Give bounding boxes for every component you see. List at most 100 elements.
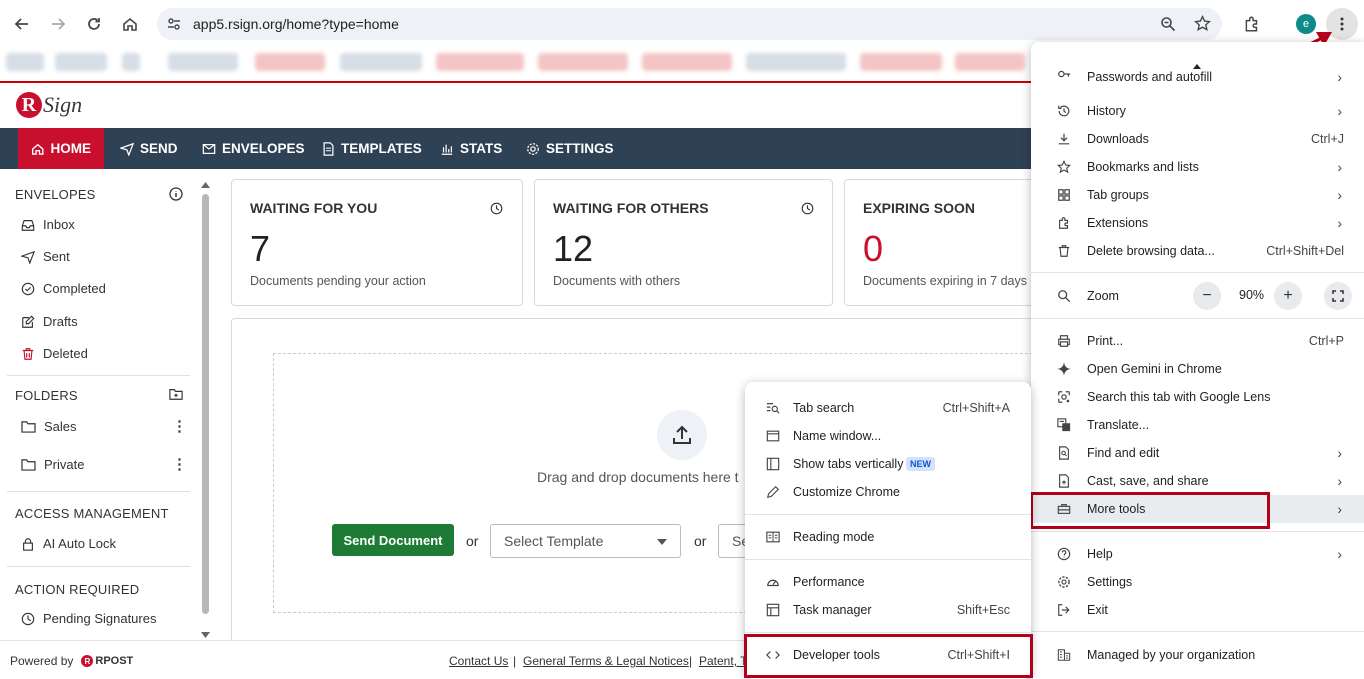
submenu-item-task-manager[interactable]: Task manager Shift+Esc <box>745 596 1031 624</box>
card-waiting-for-you[interactable]: WAITING FOR YOU 7 Documents pending your… <box>231 179 523 306</box>
menu-item-passwords[interactable]: Passwords and autofill › <box>1031 70 1364 94</box>
menu-item-bookmarks[interactable]: Bookmarks and lists › <box>1031 153 1364 181</box>
menu-item-exit[interactable]: Exit <box>1031 596 1364 624</box>
menu-item-zoom: Zoom − 90% + <box>1031 282 1364 310</box>
menu-item-print[interactable]: Print... Ctrl+P <box>1031 327 1364 355</box>
card-description: Documents with others <box>553 274 681 288</box>
send-icon <box>120 142 134 156</box>
card-description: Documents expiring in 7 days <box>863 274 1027 288</box>
sidebar-scrollbar[interactable] <box>200 180 212 640</box>
drag-drop-text: Drag and drop documents here t <box>537 469 739 485</box>
card-waiting-for-others[interactable]: WAITING FOR OTHERS 12 Documents with oth… <box>534 179 833 306</box>
menu-item-tab-groups[interactable]: Tab groups › <box>1031 181 1364 209</box>
info-icon[interactable] <box>169 187 183 201</box>
bookmark-item[interactable] <box>6 53 44 71</box>
site-info-icon[interactable] <box>166 16 182 32</box>
rsign-logo[interactable]: R Sign <box>16 88 82 122</box>
bookmark-item[interactable] <box>122 53 140 71</box>
menu-item-history[interactable]: History › <box>1031 97 1364 125</box>
submenu-item-customize-chrome[interactable]: Customize Chrome <box>745 478 1031 506</box>
menu-item-cast-save-share[interactable]: Cast, save, and share › <box>1031 467 1364 495</box>
sidebar-item-drafts[interactable]: Drafts <box>21 314 78 329</box>
menu-divider <box>745 514 1031 515</box>
send-document-button[interactable]: Send Document <box>332 524 454 556</box>
submenu-item-performance[interactable]: Performance <box>745 568 1031 596</box>
url-text[interactable]: app5.rsign.org/home?type=home <box>193 16 399 32</box>
zoom-out-button[interactable]: − <box>1193 282 1221 310</box>
bookmark-item[interactable] <box>340 53 422 71</box>
bookmark-item[interactable] <box>55 53 107 71</box>
nav-home[interactable]: HOME <box>18 128 104 169</box>
zoom-magnifier-icon[interactable] <box>1160 16 1176 32</box>
upload-icon[interactable] <box>657 410 707 460</box>
sidebar-item-label: Deleted <box>43 346 88 361</box>
zoom-in-button[interactable]: + <box>1274 282 1302 310</box>
nav-send[interactable]: SEND <box>107 128 191 169</box>
nav-templates[interactable]: TEMPLATES <box>309 128 435 169</box>
sidebar-item-completed[interactable]: Completed <box>21 281 106 296</box>
rpost-logo[interactable]: R RPOST <box>81 655 133 667</box>
sidebar: ENVELOPES Inbox Sent Completed Drafts De… <box>0 169 200 640</box>
bookmark-item[interactable] <box>860 53 942 71</box>
scroll-up-icon[interactable] <box>1193 64 1201 69</box>
menu-item-google-lens[interactable]: Search this tab with Google Lens <box>1031 383 1364 411</box>
bookmark-item[interactable] <box>955 53 1025 71</box>
scrollbar-thumb[interactable] <box>202 194 209 614</box>
card-expiring-soon[interactable]: EXPIRING SOON 0 Documents expiring in 7 … <box>844 179 1054 306</box>
bookmark-item[interactable] <box>746 53 846 71</box>
sidebar-item-ai-auto-lock[interactable]: AI Auto Lock <box>21 536 116 551</box>
menu-item-extensions[interactable]: Extensions › <box>1031 209 1364 237</box>
bookmark-item[interactable] <box>642 53 732 71</box>
bookmark-item[interactable] <box>255 53 325 71</box>
menu-item-delete-browsing-data[interactable]: Delete browsing data... Ctrl+Shift+Del <box>1031 237 1364 265</box>
menu-item-translate[interactable]: Translate... <box>1031 411 1364 439</box>
add-folder-icon[interactable] <box>169 387 183 401</box>
submenu-item-reading-mode[interactable]: Reading mode <box>745 523 1031 551</box>
sidebar-item-private[interactable]: Private <box>21 457 84 472</box>
select-template-dropdown[interactable]: Select Template <box>490 524 681 558</box>
nav-envelopes[interactable]: ENVELOPES <box>189 128 318 169</box>
nav-settings[interactable]: SETTINGS <box>513 128 627 169</box>
nav-stats[interactable]: STATS <box>427 128 515 169</box>
menu-item-label: Help <box>1087 547 1113 561</box>
cast-icon <box>1056 473 1072 489</box>
extensions-puzzle-icon[interactable] <box>1239 11 1265 37</box>
submenu-item-show-tabs-vertically[interactable]: Show tabs vertically NEW <box>745 450 1031 478</box>
folder-options-icon[interactable]: ⋮ <box>172 417 187 435</box>
forward-arrow-icon[interactable] <box>45 11 71 37</box>
menu-item-help[interactable]: Help › <box>1031 540 1364 568</box>
menu-item-settings[interactable]: Settings <box>1031 568 1364 596</box>
scroll-up-icon[interactable] <box>201 181 210 188</box>
sidebar-item-sent[interactable]: Sent <box>21 249 70 264</box>
menu-item-gemini[interactable]: Open Gemini in Chrome <box>1031 355 1364 383</box>
fullscreen-button[interactable] <box>1324 282 1352 310</box>
address-bar[interactable]: app5.rsign.org/home?type=home <box>157 8 1222 40</box>
sidebar-item-sales[interactable]: Sales <box>21 419 77 434</box>
back-arrow-icon[interactable] <box>9 11 35 37</box>
sidebar-item-deleted[interactable]: Deleted <box>21 346 88 361</box>
sidebar-item-inbox[interactable]: Inbox <box>21 217 75 232</box>
home-icon[interactable] <box>117 11 143 37</box>
menu-item-managed[interactable]: Managed by your organization <box>1031 641 1364 669</box>
menu-divider <box>745 632 1031 633</box>
submenu-item-tab-search[interactable]: Tab search Ctrl+Shift+A <box>745 394 1031 422</box>
menu-item-downloads[interactable]: Downloads Ctrl+J <box>1031 125 1364 153</box>
sidebar-item-pending-signatures[interactable]: Pending Signatures <box>21 611 156 626</box>
reload-icon[interactable] <box>81 11 107 37</box>
bookmark-item[interactable] <box>168 53 238 71</box>
terms-link[interactable]: General Terms & Legal Notices <box>523 654 689 668</box>
submenu-item-label: Tab search <box>793 401 855 415</box>
history-icon <box>1056 103 1072 119</box>
bookmark-item[interactable] <box>538 53 628 71</box>
menu-item-find-and-edit[interactable]: Find and edit › <box>1031 439 1364 467</box>
submenu-item-name-window[interactable]: Name window... <box>745 422 1031 450</box>
menu-item-label: Passwords and autofill <box>1087 70 1213 84</box>
scroll-down-icon[interactable] <box>201 632 210 639</box>
patent-link[interactable]: Patent, T <box>699 654 747 668</box>
folder-options-icon[interactable]: ⋮ <box>172 455 187 473</box>
bookmark-item[interactable] <box>436 53 524 71</box>
contact-us-link[interactable]: Contact Us <box>449 654 508 668</box>
bookmark-star-icon[interactable] <box>1194 15 1211 32</box>
card-title: WAITING FOR YOU <box>250 200 378 216</box>
submenu-item-label: Customize Chrome <box>793 485 900 499</box>
